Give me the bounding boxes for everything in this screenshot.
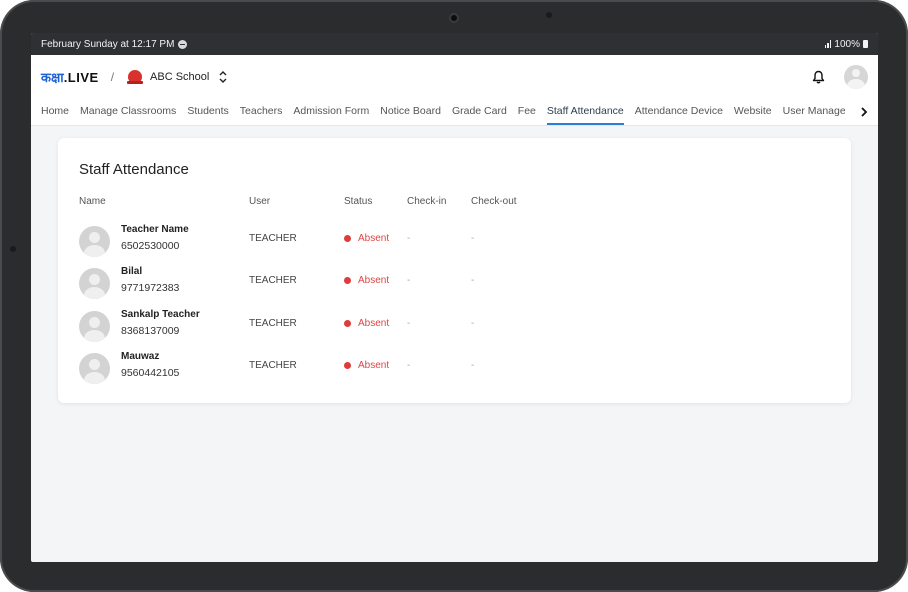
avatar bbox=[79, 268, 110, 299]
staff-attendance-card: Staff Attendance Name User Status Check-… bbox=[58, 138, 851, 403]
notification-bell-icon[interactable] bbox=[808, 67, 828, 87]
signal-icon bbox=[824, 40, 832, 48]
chevron-right-icon[interactable] bbox=[850, 98, 878, 125]
avatar bbox=[79, 353, 110, 384]
absent-dot-icon bbox=[344, 235, 351, 242]
table-row[interactable]: Teacher Name 6502530000 TEACHER Absent -… bbox=[58, 224, 851, 266]
staff-name: Bilal bbox=[121, 266, 143, 277]
tab-website[interactable]: Website bbox=[734, 98, 772, 125]
status-text: Absent bbox=[358, 318, 390, 329]
checkin-value: - bbox=[407, 275, 411, 286]
school-logo-icon bbox=[127, 69, 144, 84]
checkin-value: - bbox=[407, 233, 411, 244]
column-header-checkout: Check-out bbox=[471, 196, 517, 207]
staff-phone: 8368137009 bbox=[121, 325, 180, 337]
staff-name: Mauwaz bbox=[121, 351, 160, 362]
status-badge: Absent bbox=[344, 275, 389, 286]
absent-dot-icon bbox=[344, 277, 351, 284]
logo-live: .LIVE bbox=[63, 69, 99, 85]
staff-phone: 9771972383 bbox=[121, 282, 180, 294]
checkout-value: - bbox=[471, 275, 475, 286]
staff-name: Teacher Name bbox=[121, 224, 189, 235]
tab-home[interactable]: Home bbox=[41, 98, 69, 125]
tab-attendance-device[interactable]: Attendance Device bbox=[635, 98, 723, 125]
app-header: कक्षा .LIVE / ABC School bbox=[31, 55, 878, 98]
breadcrumb-separator: / bbox=[110, 69, 115, 84]
avatar bbox=[79, 311, 110, 342]
table-row[interactable]: Bilal 9771972383 TEACHER Absent - - bbox=[58, 266, 851, 308]
tab-grade-card[interactable]: Grade Card bbox=[452, 98, 507, 125]
checkin-value: - bbox=[407, 360, 411, 371]
tab-manage-classrooms[interactable]: Manage Classrooms bbox=[80, 98, 176, 125]
side-sensor bbox=[10, 246, 16, 252]
status-text: Absent bbox=[358, 233, 390, 244]
user-avatar[interactable] bbox=[844, 64, 868, 89]
do-not-disturb-icon bbox=[178, 39, 188, 49]
battery-percent: 100% bbox=[834, 38, 860, 50]
status-text: Absent bbox=[358, 275, 390, 286]
tab-fee[interactable]: Fee bbox=[518, 98, 536, 125]
staff-user-role: TEACHER bbox=[249, 318, 297, 329]
system-status-bar: February Sunday at 12:17 PM 100% bbox=[31, 33, 878, 55]
table-row[interactable]: Mauwaz 9560442105 TEACHER Absent - - bbox=[58, 351, 851, 393]
absent-dot-icon bbox=[344, 320, 351, 327]
staff-name: Sankalp Teacher bbox=[121, 309, 200, 320]
school-name[interactable]: ABC School bbox=[150, 71, 209, 83]
checkout-value: - bbox=[471, 233, 475, 244]
table-row[interactable]: Sankalp Teacher 8368137009 TEACHER Absen… bbox=[58, 309, 851, 351]
column-header-user: User bbox=[249, 196, 271, 207]
column-header-checkin: Check-in bbox=[407, 196, 447, 207]
tab-students[interactable]: Students bbox=[187, 98, 228, 125]
status-badge: Absent bbox=[344, 318, 389, 329]
staff-phone: 9560442105 bbox=[121, 367, 180, 379]
staff-user-role: TEACHER bbox=[249, 360, 297, 371]
app-logo[interactable]: कक्षा .LIVE bbox=[41, 68, 99, 86]
logo-hindi: कक्षा bbox=[41, 69, 64, 85]
status-datetime: February Sunday at 12:17 PM bbox=[41, 38, 175, 50]
checkout-value: - bbox=[471, 360, 475, 371]
absent-dot-icon bbox=[344, 362, 351, 369]
screen: February Sunday at 12:17 PM 100% कक्षा .L… bbox=[31, 33, 878, 562]
page-title: Staff Attendance bbox=[79, 161, 189, 178]
status-text: Absent bbox=[358, 360, 390, 371]
checkout-value: - bbox=[471, 318, 475, 329]
tab-user-management[interactable]: User Manage bbox=[783, 98, 845, 125]
column-header-status: Status bbox=[344, 196, 373, 207]
staff-user-role: TEACHER bbox=[249, 233, 297, 244]
tablet-frame: February Sunday at 12:17 PM 100% कक्षा .L… bbox=[0, 0, 908, 592]
main-nav-tabs: Home Manage Classrooms Students Teachers… bbox=[31, 98, 878, 126]
checkin-value: - bbox=[407, 318, 411, 329]
tab-staff-attendance[interactable]: Staff Attendance bbox=[546, 98, 624, 125]
school-switch-icon[interactable] bbox=[219, 70, 227, 83]
staff-user-role: TEACHER bbox=[249, 275, 297, 286]
status-badge: Absent bbox=[344, 233, 389, 244]
status-badge: Absent bbox=[344, 360, 389, 371]
tab-admission-form[interactable]: Admission Form bbox=[293, 98, 369, 125]
staff-phone: 6502530000 bbox=[121, 240, 180, 252]
front-camera bbox=[449, 13, 459, 23]
avatar bbox=[79, 226, 110, 257]
tab-teachers[interactable]: Teachers bbox=[240, 98, 283, 125]
battery-icon bbox=[863, 40, 868, 48]
light-sensor bbox=[546, 12, 552, 18]
column-header-name: Name bbox=[79, 196, 106, 207]
tab-notice-board[interactable]: Notice Board bbox=[380, 98, 441, 125]
